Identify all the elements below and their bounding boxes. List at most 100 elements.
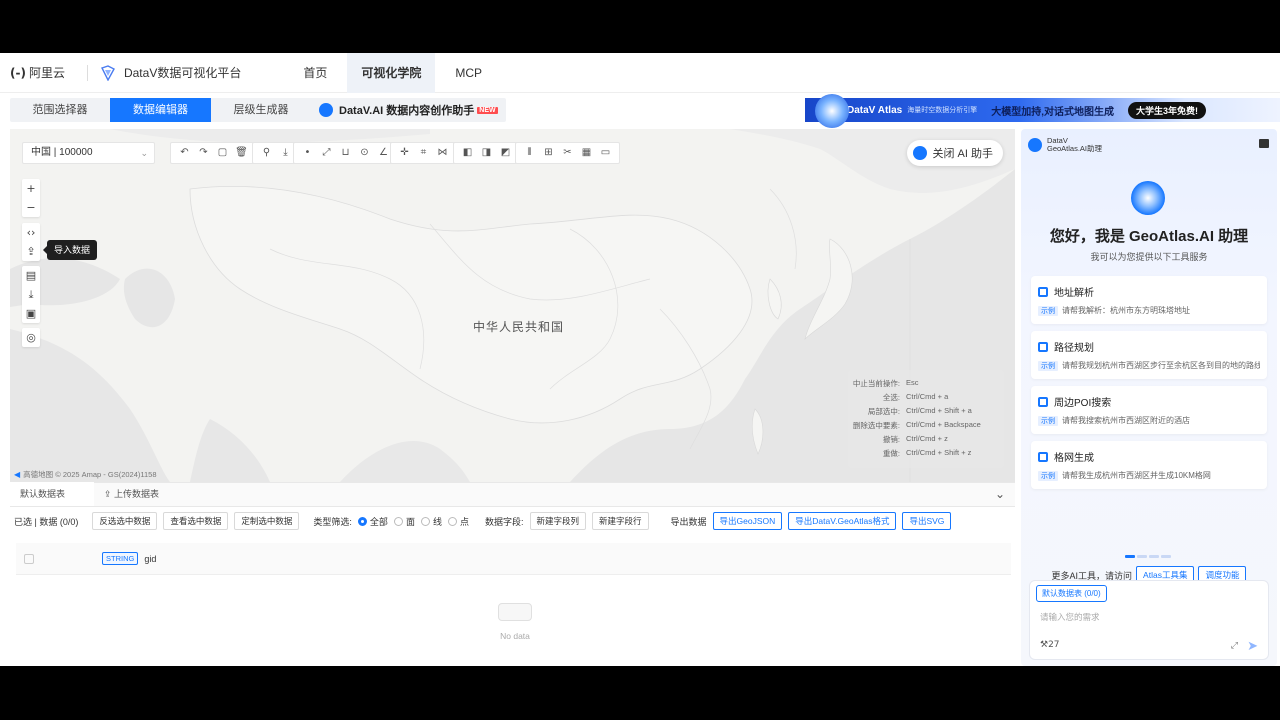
radio-polygon-label: 面 bbox=[405, 516, 415, 527]
snap-icon[interactable]: ⊞ bbox=[539, 144, 558, 162]
expand-icon[interactable]: ⤢ bbox=[1231, 641, 1238, 651]
carousel-dot[interactable] bbox=[1125, 555, 1135, 558]
locate-selection-button[interactable]: 定制选中数据 bbox=[234, 512, 300, 530]
chat-input-placeholder[interactable]: 请输入您的需求 bbox=[1040, 611, 1100, 623]
example-badge: 示例 bbox=[1038, 305, 1058, 316]
table-header: STRING gid bbox=[16, 543, 1011, 575]
chat-input-box[interactable]: 默认数据表 (0/0) 请输入您的需求 ⚒ 27 ⤢ ➤ bbox=[1029, 580, 1269, 660]
file-icon[interactable]: ▤ bbox=[22, 266, 40, 285]
file-control: ▤ ⤓ ▣ bbox=[22, 266, 40, 323]
upload-icon[interactable]: ⇪ bbox=[22, 242, 40, 261]
type-filter-label: 类型筛选: bbox=[313, 516, 352, 527]
new-field-column-button[interactable]: 新建字段列 bbox=[529, 512, 587, 530]
circle-icon[interactable]: ⊙ bbox=[355, 144, 374, 162]
redo-icon[interactable]: ↷ bbox=[194, 144, 213, 162]
scale-select[interactable]: 中国 | 100000 ⌄ bbox=[22, 142, 155, 164]
grid-icon[interactable]: ▦ bbox=[577, 144, 596, 162]
new-field-row-button[interactable]: 新建字段行 bbox=[592, 512, 649, 530]
zoom-select-icon[interactable]: ⚲ bbox=[257, 144, 276, 162]
banner-cta-button[interactable]: 大学生3年免费! bbox=[1128, 101, 1207, 119]
ai-assistant-toggle[interactable]: 关闭 AI 助手 bbox=[907, 140, 1003, 166]
tool-card-poi[interactable]: 周边POI搜索 示例 请帮我搜索杭州市西湖区附近的酒店 bbox=[1031, 386, 1267, 434]
tab-data-editor[interactable]: 数据编辑器 bbox=[110, 98, 211, 122]
tool-card-grid[interactable]: 格网生成 示例 请帮我生成杭州市西湖区并生成10KM格网 bbox=[1031, 441, 1267, 489]
export-svg-button[interactable]: 导出SVG bbox=[902, 512, 952, 530]
export-geoatlas-button[interactable]: 导出DataV.GeoAtlas格式 bbox=[788, 512, 897, 530]
undo-icon[interactable]: ↶ bbox=[175, 144, 194, 162]
nav-academy[interactable]: 可视化学院 bbox=[347, 53, 436, 93]
promo-banner[interactable]: DataV Atlas 海量时空数据分析引擎 大模型加持,对话式地图生成 大学生… bbox=[805, 94, 1280, 128]
assistant-subtitle: 我可以为您提供以下工具服务 bbox=[1090, 252, 1208, 262]
collapse-icon[interactable]: ⌄ bbox=[995, 487, 1005, 501]
brand-name: 阿里云 bbox=[28, 66, 65, 80]
code-icon[interactable]: ‹› bbox=[22, 223, 40, 242]
tab-range-selector[interactable]: 范围选择器 bbox=[10, 98, 110, 122]
aliyun-logo[interactable]: (-) 阿里云 bbox=[10, 64, 65, 81]
split-icon[interactable]: ⋈ bbox=[433, 144, 452, 162]
polygon-icon[interactable]: ⊔ bbox=[336, 144, 355, 162]
zoom-in-button[interactable]: + bbox=[22, 179, 40, 198]
scissors-icon[interactable]: ✂ bbox=[558, 144, 577, 162]
radio-all[interactable] bbox=[357, 516, 367, 526]
datav-logo-icon bbox=[100, 64, 115, 81]
locate-icon[interactable]: ◎ bbox=[22, 328, 40, 347]
tool-card-route[interactable]: 路径规划 示例 请帮我规划杭州市西湖区步行至余杭区各到目的地的路线 bbox=[1031, 331, 1267, 379]
ai-panel-name: DataV GeoAtlas.AI助理 bbox=[1047, 137, 1102, 153]
radio-point[interactable] bbox=[447, 516, 457, 526]
shortcut-row: 中止当前操作: Esc bbox=[852, 378, 919, 388]
credit-value: 27 bbox=[1048, 640, 1060, 650]
line-icon[interactable]: ⤢ bbox=[317, 144, 336, 162]
move-icon[interactable]: ✛ bbox=[395, 144, 414, 162]
invert-selection-button[interactable]: 反选选中数据 bbox=[92, 512, 158, 530]
tool-card-title: 地址解析 bbox=[1054, 288, 1094, 299]
grid-icon bbox=[1038, 286, 1048, 297]
page-icon[interactable]: ▭ bbox=[596, 144, 615, 162]
shortcut-row: 重做: Ctrl/Cmd + Shift + z bbox=[882, 448, 972, 458]
data-table-tabs: 默认数据表 ⇪ 上传数据表 ⌄ bbox=[10, 482, 1015, 507]
nav-home[interactable]: 首页 bbox=[289, 53, 341, 93]
carousel-dot[interactable] bbox=[1149, 555, 1159, 558]
product-logo[interactable]: DataV数据可视化平台 bbox=[100, 64, 241, 81]
export-geojson-button[interactable]: 导出GeoJSON bbox=[712, 512, 783, 530]
send-icon[interactable]: ➤ bbox=[1247, 639, 1258, 654]
dataset-tag[interactable]: 默认数据表 (0/0) bbox=[1036, 585, 1107, 602]
empty-text: No data bbox=[500, 631, 530, 641]
column-name[interactable]: gid bbox=[144, 554, 156, 564]
carousel-dot[interactable] bbox=[1137, 555, 1147, 558]
radio-point-label: 点 bbox=[459, 516, 469, 527]
view-selection-button[interactable]: 查看选中数据 bbox=[163, 512, 229, 530]
union-icon[interactable]: ◧ bbox=[458, 144, 477, 162]
copy-icon[interactable]: ▢ bbox=[213, 144, 232, 162]
difference-icon[interactable]: ◩ bbox=[496, 144, 515, 162]
nav-mcp[interactable]: MCP bbox=[441, 53, 496, 93]
tab-datav-ai[interactable]: DataV.AI 数据内容创作助手 NEW bbox=[311, 98, 506, 122]
export-icon[interactable]: ⤓ bbox=[22, 285, 40, 304]
shortcut-row: 撤销: Ctrl/Cmd + z bbox=[882, 434, 948, 444]
point-icon[interactable]: • bbox=[298, 144, 317, 162]
fit-icon[interactable]: ⌗ bbox=[414, 144, 433, 162]
merge-toolbar: ◧ ◨ ◩ bbox=[453, 142, 520, 164]
transform-toolbar: ✛ ⌗ ⋈ bbox=[390, 142, 457, 164]
grid-icon bbox=[1038, 451, 1048, 462]
tab-default-table[interactable]: 默认数据表 bbox=[10, 482, 94, 506]
image-icon[interactable]: ▣ bbox=[22, 304, 40, 323]
scale-value: 中国 | 100000 bbox=[31, 147, 93, 158]
tool-card-geocode[interactable]: 地址解析 示例 请帮我解析：杭州市东方明珠塔地址 bbox=[1031, 276, 1267, 324]
align-icon[interactable]: ⫴ bbox=[520, 144, 539, 162]
tab-uploaded-label: 上传数据表 bbox=[114, 489, 160, 499]
delete-icon[interactable]: 🗑 bbox=[232, 144, 251, 162]
radio-polygon[interactable] bbox=[393, 516, 403, 526]
ai-panel-name-line2: GeoAtlas.AI助理 bbox=[1047, 144, 1103, 153]
chevron-down-icon: ⌄ bbox=[140, 148, 148, 158]
data-control: ‹› ⇪ bbox=[22, 223, 40, 261]
locate-control: ◎ bbox=[22, 328, 40, 347]
tab-uploaded-table[interactable]: ⇪ 上传数据表 bbox=[94, 482, 169, 506]
intersect-icon[interactable]: ◨ bbox=[477, 144, 496, 162]
zoom-out-button[interactable]: − bbox=[22, 198, 40, 217]
carousel-dot[interactable] bbox=[1161, 555, 1171, 558]
tab-level-generator[interactable]: 层级生成器 bbox=[211, 98, 311, 122]
map-canvas[interactable]: 中国 | 100000 ⌄ ↶ ↷ ▢ 🗑 ⚲ ⤓ • ⤢ ⊔ ⊙ ∠ ✛ ⌗ … bbox=[10, 129, 1015, 482]
radio-line[interactable] bbox=[420, 516, 430, 526]
select-all-checkbox[interactable] bbox=[24, 553, 34, 564]
new-chat-icon[interactable] bbox=[1259, 139, 1269, 148]
